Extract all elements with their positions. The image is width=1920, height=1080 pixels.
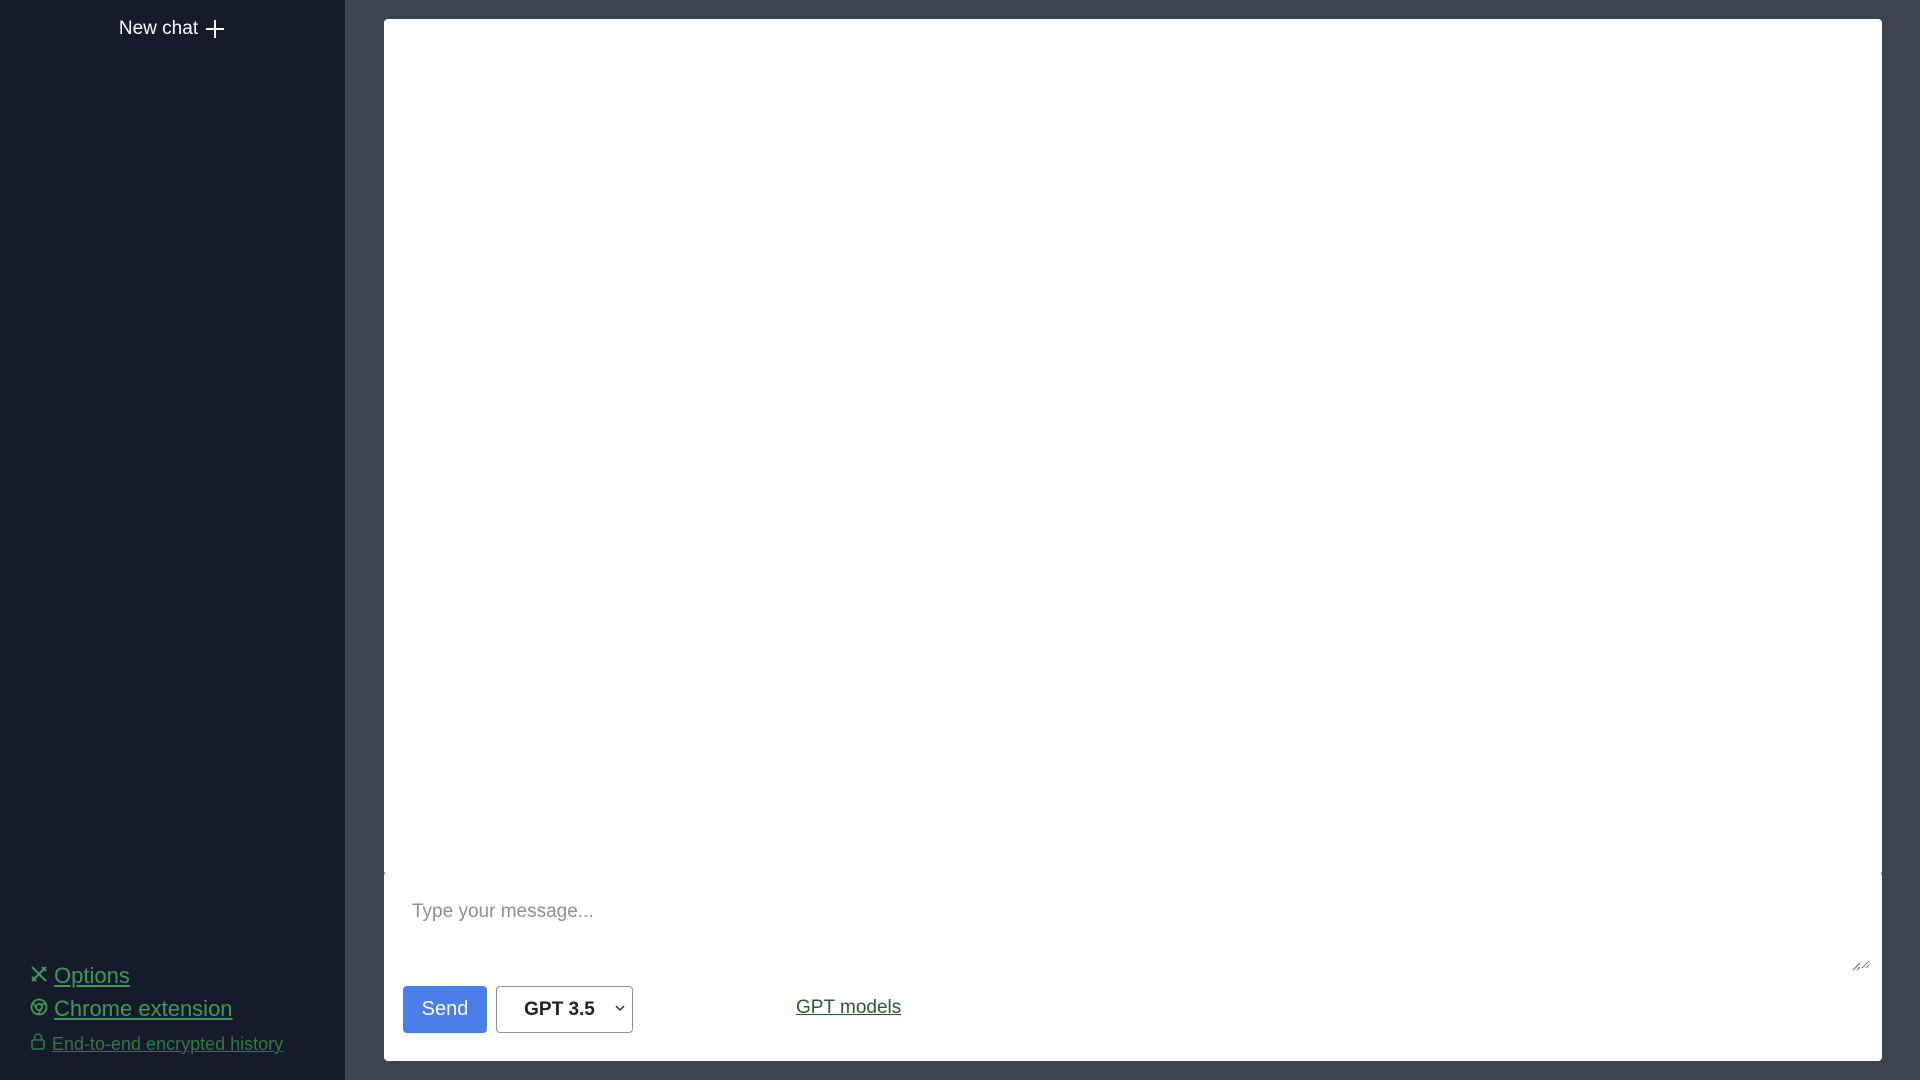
model-select[interactable]: GPT 3.5 [496,986,633,1033]
lock-icon [30,1029,46,1059]
options-link[interactable]: Options [30,959,283,992]
tools-icon [30,959,48,992]
gpt-models-link[interactable]: GPT models [796,997,901,1019]
chevron-down-icon [614,1001,626,1019]
encrypted-history-link[interactable]: End-to-end encrypted history [30,1029,283,1059]
new-chat-label: New chat [118,18,199,39]
sidebar-links: Options Chrome extension End-to-end encr… [30,959,283,1059]
new-chat-button[interactable]: New chat [0,18,345,40]
chrome-extension-link-label: Chrome extension [54,996,233,1021]
chrome-extension-link[interactable]: Chrome extension [30,992,283,1025]
send-button[interactable]: Send [403,986,487,1033]
chrome-icon [30,992,48,1025]
resize-grip-icon[interactable] [1851,958,1861,976]
model-select-value: GPT 3.5 [524,998,595,1020]
options-link-label: Options [54,963,130,988]
sidebar: New chat Options Chrome extension End-to… [0,0,345,1080]
message-input[interactable] [404,901,1870,969]
chat-messages-area [384,19,1882,875]
encrypted-history-link-label: End-to-end encrypted history [52,1034,284,1054]
plus-icon [204,18,226,40]
composer: Send GPT 3.5 GPT models [384,874,1882,1061]
